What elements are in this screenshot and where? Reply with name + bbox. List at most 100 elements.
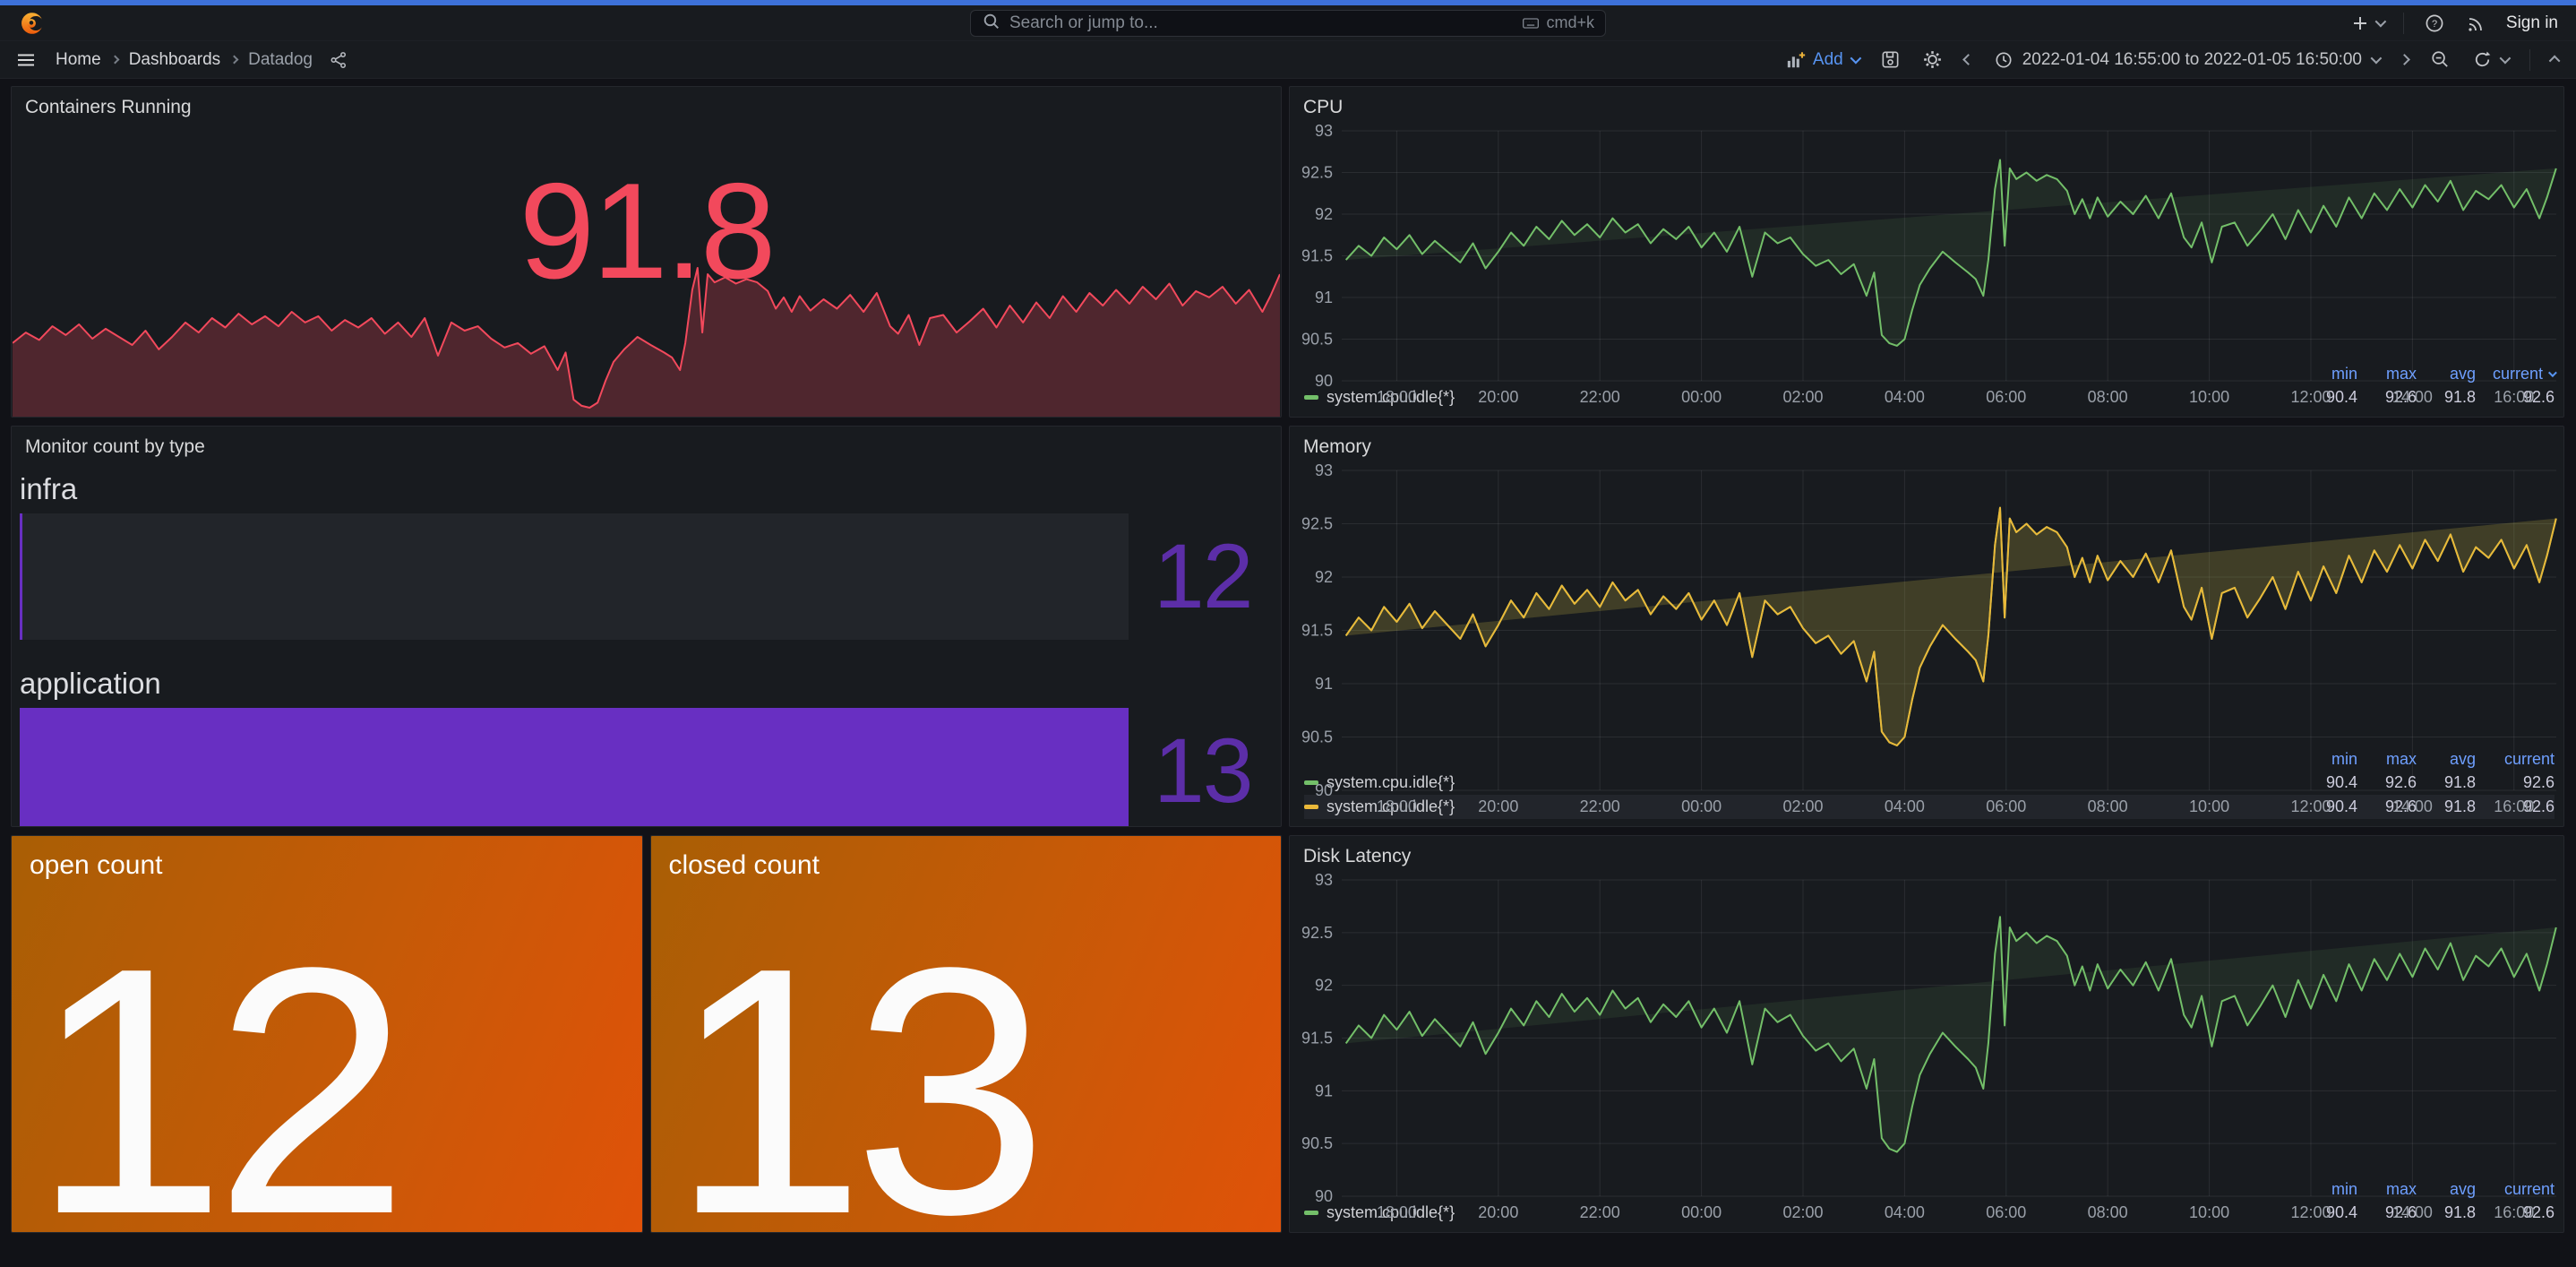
share-icon — [329, 50, 348, 70]
panel-title[interactable]: Monitor count by type — [12, 427, 1281, 461]
panel-open-count: open count 12 — [11, 835, 643, 1233]
add-chart-icon — [1786, 50, 1806, 70]
svg-text:93: 93 — [1315, 461, 1333, 479]
breadcrumb-home[interactable]: Home — [56, 50, 101, 70]
panel-title[interactable]: open count — [12, 836, 642, 895]
help-button[interactable]: ? — [2424, 13, 2445, 34]
svg-text:12:00: 12:00 — [2290, 388, 2331, 406]
gauge-item-application: application 13 — [20, 661, 1270, 827]
panel-title[interactable]: Memory — [1290, 427, 2563, 461]
dashboard-toolbar: Home Dashboards Datadog Add — [0, 41, 2576, 79]
chevron-right-icon — [110, 56, 119, 65]
gauge-fill — [20, 708, 1129, 827]
dashboard-grid: Containers Running 91.8 CPU 90 90.5 91 91.5… — [0, 79, 2576, 1240]
sign-in-link[interactable]: Sign in — [2506, 13, 2558, 33]
keyboard-icon — [1522, 14, 1540, 32]
search-bar[interactable]: cmd+k — [970, 10, 1606, 37]
time-shift-back-button[interactable] — [1964, 56, 1972, 64]
panel-memory: Memory 9090.59191.59292.59318:0020:0022:… — [1289, 426, 2564, 827]
stat-sparkline[interactable] — [13, 263, 1280, 417]
panel-title[interactable]: closed count — [651, 836, 1282, 895]
toolbar-divider — [2529, 49, 2530, 71]
dashboard-settings-button[interactable] — [1922, 49, 1943, 70]
breadcrumb-current: Datadog — [248, 50, 313, 70]
svg-text:90.5: 90.5 — [1301, 1134, 1333, 1152]
svg-text:18:00: 18:00 — [1377, 797, 1417, 815]
news-button[interactable] — [2465, 13, 2486, 34]
disk-latency-plot-area[interactable]: 9090.59191.59292.59318:0020:0022:0000:00… — [1290, 871, 2563, 1177]
svg-text:91.5: 91.5 — [1301, 622, 1333, 640]
gauge-label: infra — [20, 472, 1129, 513]
menu-toggle-button[interactable] — [16, 50, 36, 70]
svg-text:00:00: 00:00 — [1681, 388, 1722, 406]
gauge-value: 13 — [1129, 708, 1270, 827]
svg-text:04:00: 04:00 — [1885, 1203, 1925, 1221]
clock-icon — [1994, 50, 2014, 70]
stat-row: open count 12 closed count 13 — [11, 835, 1282, 1233]
save-icon — [1880, 49, 1901, 70]
svg-text:04:00: 04:00 — [1885, 388, 1925, 406]
panel-monitor-count: Monitor count by type infra 12 applicati… — [11, 426, 1282, 827]
svg-text:20:00: 20:00 — [1478, 388, 1518, 406]
new-button[interactable] — [2351, 14, 2383, 32]
memory-plot-area[interactable]: 9090.59191.59292.59318:0020:0022:0000:00… — [1290, 461, 2563, 747]
gauge-fill — [20, 513, 22, 640]
svg-text:90: 90 — [1315, 372, 1333, 390]
svg-text:00:00: 00:00 — [1681, 1203, 1722, 1221]
zoom-out-icon — [2430, 49, 2451, 70]
panel-title[interactable]: Containers Running — [12, 87, 1281, 122]
svg-text:22:00: 22:00 — [1580, 388, 1620, 406]
panel-title[interactable]: CPU — [1290, 87, 2563, 122]
collapse-toolbar-button[interactable] — [2552, 56, 2560, 64]
gauge-label: application — [20, 667, 1129, 708]
svg-text:16:00: 16:00 — [2494, 797, 2534, 815]
share-dashboard-button[interactable] — [329, 50, 348, 70]
svg-text:08:00: 08:00 — [2088, 388, 2128, 406]
svg-text:90.5: 90.5 — [1301, 728, 1333, 746]
add-panel-button[interactable]: Add — [1786, 50, 1859, 70]
search-icon — [982, 12, 1000, 35]
gauge-track[interactable] — [20, 513, 1129, 640]
svg-text:08:00: 08:00 — [2088, 797, 2128, 815]
search-input[interactable] — [1009, 13, 1513, 33]
svg-text:?: ? — [2432, 19, 2437, 30]
chevron-down-icon — [2500, 53, 2512, 65]
rss-icon — [2465, 13, 2486, 34]
svg-text:91: 91 — [1315, 1082, 1333, 1099]
svg-text:91: 91 — [1315, 289, 1333, 306]
panel-title[interactable]: Disk Latency — [1290, 836, 2563, 871]
breadcrumb-dashboards[interactable]: Dashboards — [129, 50, 220, 70]
svg-text:02:00: 02:00 — [1782, 1203, 1823, 1221]
svg-text:18:00: 18:00 — [1377, 1203, 1417, 1221]
gauge-track[interactable] — [20, 708, 1129, 827]
chevron-down-icon — [2371, 53, 2383, 65]
svg-text:91: 91 — [1315, 675, 1333, 693]
time-range-picker[interactable]: 2022-01-04 16:55:00 to 2022-01-05 16:50:… — [1994, 50, 2379, 70]
panel-containers-running: Containers Running 91.8 — [11, 86, 1282, 418]
svg-text:14:00: 14:00 — [2392, 1203, 2433, 1221]
zoom-out-time-button[interactable] — [2430, 49, 2451, 70]
help-icon: ? — [2424, 13, 2445, 34]
gauge-value: 12 — [1129, 513, 1270, 640]
time-shift-forward-button[interactable] — [2400, 56, 2409, 64]
svg-text:12:00: 12:00 — [2290, 797, 2331, 815]
top-nav-bar: cmd+k ? Sign in — [0, 5, 2576, 41]
svg-text:08:00: 08:00 — [2088, 1203, 2128, 1221]
gear-icon — [1922, 49, 1943, 70]
hamburger-icon — [16, 50, 36, 70]
grafana-logo[interactable] — [18, 10, 45, 37]
save-dashboard-button[interactable] — [1880, 49, 1901, 70]
svg-text:18:00: 18:00 — [1377, 388, 1417, 406]
svg-text:06:00: 06:00 — [1986, 388, 2026, 406]
svg-text:92.5: 92.5 — [1301, 164, 1333, 182]
svg-text:14:00: 14:00 — [2392, 388, 2433, 406]
svg-text:12:00: 12:00 — [2290, 1203, 2331, 1221]
cpu-plot-area[interactable]: 9090.59191.59292.59318:0020:0022:0000:00… — [1290, 122, 2563, 362]
svg-text:92: 92 — [1315, 205, 1333, 223]
svg-text:20:00: 20:00 — [1478, 797, 1518, 815]
svg-text:93: 93 — [1315, 122, 1333, 140]
refresh-button[interactable] — [2472, 49, 2508, 70]
plus-icon — [2351, 14, 2369, 32]
svg-text:06:00: 06:00 — [1986, 797, 2026, 815]
svg-text:91.5: 91.5 — [1301, 1030, 1333, 1047]
